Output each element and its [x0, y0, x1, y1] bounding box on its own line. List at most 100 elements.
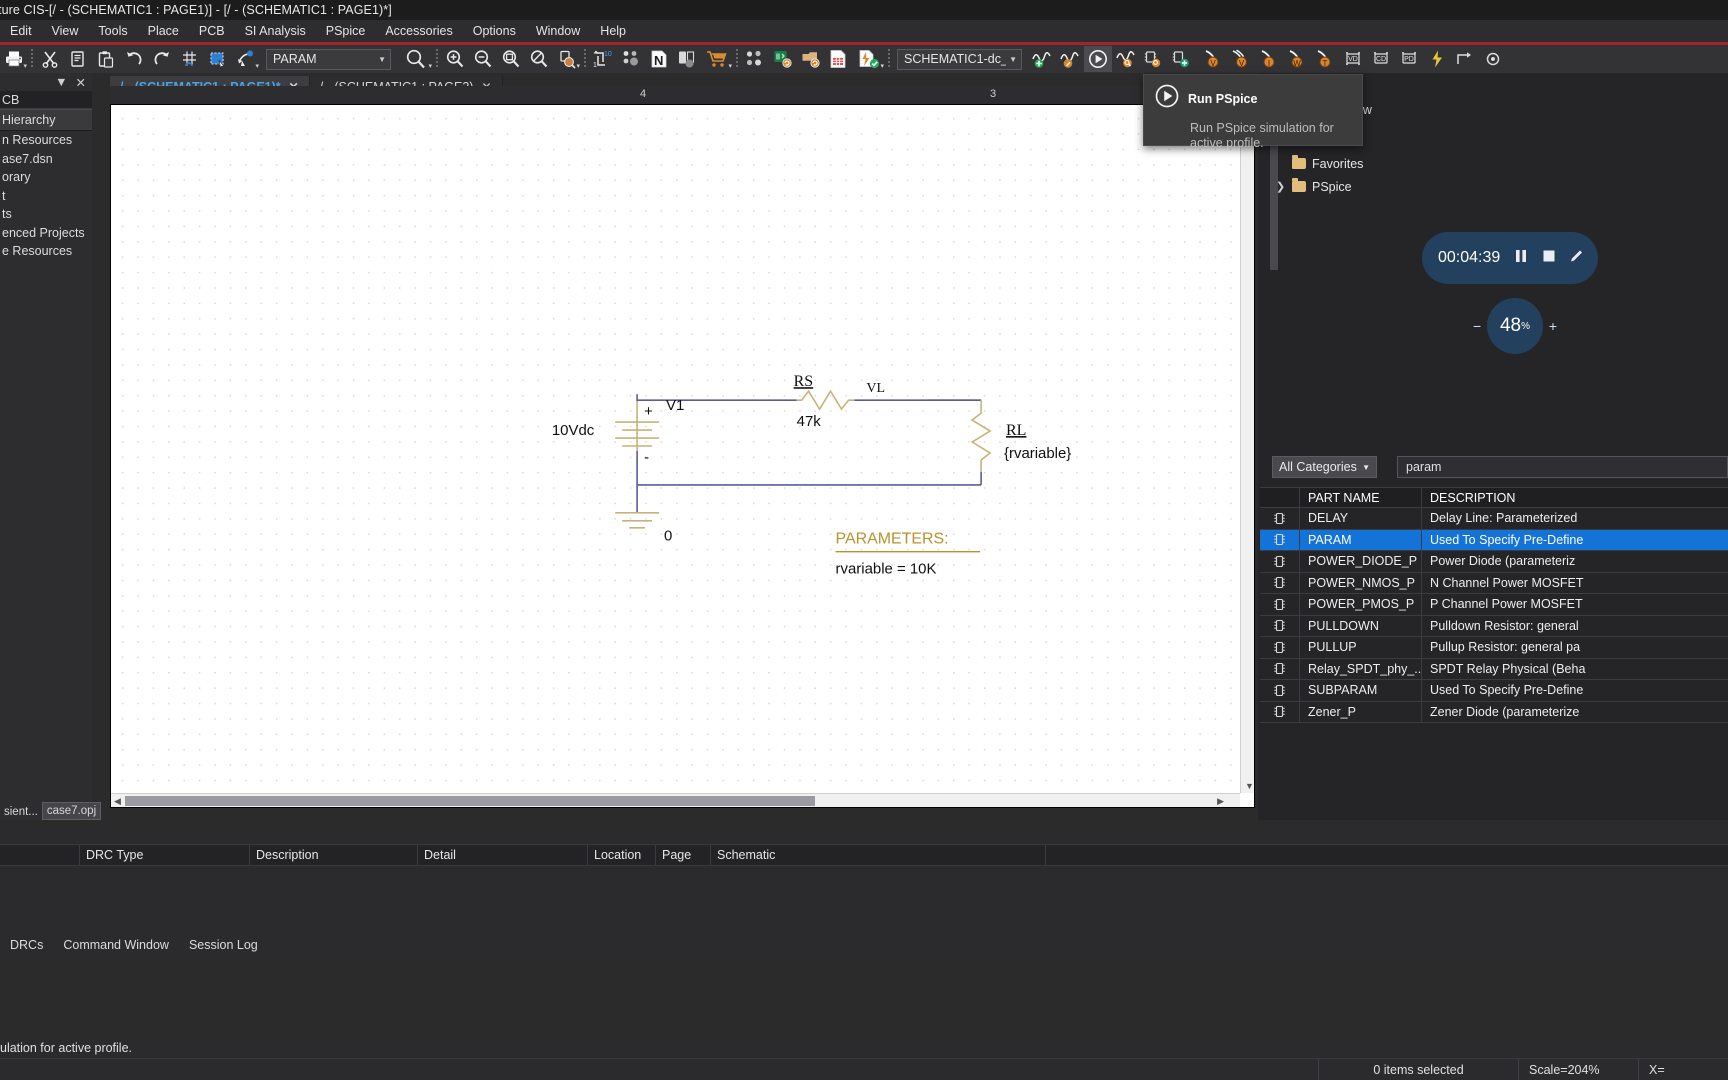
table-row[interactable]: SUBPARAM Used To Specify Pre-Define: [1260, 680, 1728, 702]
run-pspice-button[interactable]: [1084, 46, 1112, 72]
copy-icon[interactable]: [64, 46, 92, 72]
advanced-marker-icon[interactable]: [1451, 46, 1479, 72]
redo-icon[interactable]: [148, 46, 176, 72]
menu-item-tools[interactable]: Tools: [88, 22, 137, 40]
pencil-icon[interactable]: [1568, 247, 1586, 270]
table-row[interactable]: DELAY Delay Line: Parameterized: [1260, 508, 1728, 530]
zoom-minus-button[interactable]: −: [1473, 318, 1481, 334]
canvas-vertical-scrollbar[interactable]: ▲ ▼: [1240, 105, 1254, 793]
bottom-tab-command-window[interactable]: Command Window: [53, 936, 179, 954]
close-icon[interactable]: ✕: [76, 75, 86, 90]
project-tree-item[interactable]: ts: [0, 205, 92, 224]
table-row[interactable]: POWER_NMOS_P N Channel Power MOSFET: [1260, 572, 1728, 594]
search-part-icon[interactable]: ▾: [553, 46, 581, 72]
project-tab-1[interactable]: case7.opj: [41, 802, 102, 820]
zoom-to-fit-icon[interactable]: [525, 46, 553, 72]
canvas-horizontal-scrollbar[interactable]: ◀ ▶: [111, 793, 1240, 807]
scroll-down-icon[interactable]: ▼: [1245, 781, 1254, 791]
voltage-marker-icon[interactable]: V: [1199, 46, 1227, 72]
cart-icon[interactable]: ▾: [701, 46, 733, 72]
drc-column-schematic[interactable]: Schematic: [711, 845, 1046, 865]
snap-to-grid-icon[interactable]: [176, 46, 204, 72]
zoom-in-icon[interactable]: [441, 46, 469, 72]
menu-item-place[interactable]: Place: [138, 22, 189, 40]
drc-column-detail[interactable]: Detail: [418, 845, 588, 865]
schematic-canvas[interactable]: 0 10Vdc + - V1 RS 47k VL RL {rvariable}: [110, 104, 1255, 808]
drc-column-location[interactable]: Location: [588, 845, 656, 865]
project-tree-item[interactable]: enced Projects: [0, 224, 92, 243]
add-pspice-model-icon[interactable]: [1168, 46, 1196, 72]
undo-icon[interactable]: [120, 46, 148, 72]
stop-icon[interactable]: [1540, 247, 1558, 270]
zoom-to-region-icon[interactable]: [497, 46, 525, 72]
menu-item-view[interactable]: View: [42, 22, 89, 40]
menu-item-edit[interactable]: Edit: [0, 22, 42, 40]
current-marker-icon[interactable]: I: [1255, 46, 1283, 72]
find-icon[interactable]: ▾: [399, 46, 433, 72]
drag-icon[interactable]: ▾: [232, 46, 260, 72]
cut-icon[interactable]: [36, 46, 64, 72]
bom-icon[interactable]: [741, 46, 769, 72]
library-tree-node[interactable]: Favorites: [1268, 152, 1568, 175]
project-tab-0[interactable]: sient...: [0, 804, 42, 820]
table-row[interactable]: POWER_PMOS_P P Channel Power MOSFET: [1260, 594, 1728, 616]
print-icon[interactable]: ▾: [0, 46, 28, 72]
current-db-marker-icon[interactable]: CD: [1367, 46, 1395, 72]
menu-item-help[interactable]: Help: [590, 22, 636, 40]
new-sim-profile-icon[interactable]: [1028, 46, 1056, 72]
chevron-right-icon[interactable]: ❯: [1276, 180, 1286, 193]
schematic-drawing-area[interactable]: 0 10Vdc + - V1 RS 47k VL RL {rvariable}: [111, 105, 1240, 793]
drc-column-description[interactable]: Description: [250, 845, 418, 865]
voltage-differential-marker-icon[interactable]: V: [1227, 46, 1255, 72]
area-select-icon[interactable]: [204, 46, 232, 72]
table-row[interactable]: PARAM Used To Specify Pre-Define: [1260, 529, 1728, 551]
import-icon[interactable]: [797, 46, 825, 72]
menu-item-pspice[interactable]: PSpice: [316, 22, 376, 40]
export-icon[interactable]: [769, 46, 797, 72]
spreadsheet-icon[interactable]: [825, 46, 853, 72]
menu-item-si-analysis[interactable]: SI Analysis: [235, 22, 316, 40]
simulation-profile-combo[interactable]: SCHEMATIC1-dc_sweep ▼: [897, 48, 1022, 70]
scroll-left-icon[interactable]: ◀: [114, 796, 121, 807]
part-name-combo[interactable]: PARAM ▼: [266, 48, 391, 70]
table-row[interactable]: PULLDOWN Pulldown Resistor: general: [1260, 615, 1728, 637]
menu-item-pcb[interactable]: PCB: [189, 22, 235, 40]
bottom-tab-session-log[interactable]: Session Log: [179, 936, 268, 954]
phase-marker-icon[interactable]: PD: [1395, 46, 1423, 72]
bottom-tab-drcs[interactable]: DRCs: [0, 936, 53, 954]
design-rules-icon[interactable]: [673, 46, 701, 72]
scroll-right-icon[interactable]: ▶: [1217, 796, 1224, 807]
project-tree-item[interactable]: n Resources: [0, 131, 92, 150]
project-tree-item[interactable]: orary: [0, 168, 92, 187]
drc-column-drc-type[interactable]: DRC Type: [80, 845, 250, 865]
power-dissipation-marker-icon[interactable]: [1423, 46, 1451, 72]
tree-item-hierarchy[interactable]: Hierarchy: [0, 109, 92, 131]
zoom-out-icon[interactable]: [469, 46, 497, 72]
paste-icon[interactable]: [92, 46, 120, 72]
table-row[interactable]: PULLUP Pullup Resistor: general pa: [1260, 637, 1728, 659]
view-simulation-results-icon[interactable]: [1112, 46, 1140, 72]
drc-column-page[interactable]: Page: [656, 845, 711, 865]
edit-sim-profile-icon[interactable]: [1056, 46, 1084, 72]
settings-marker-icon[interactable]: [1479, 46, 1507, 72]
view-output-file-icon[interactable]: [1140, 46, 1168, 72]
project-tree-item[interactable]: ase7.dsn: [0, 150, 92, 169]
project-tree-item[interactable]: e Resources: [0, 242, 92, 261]
category-select[interactable]: All Categories ▼: [1272, 456, 1377, 478]
menu-item-options[interactable]: Options: [463, 22, 526, 40]
part-search-input[interactable]: param: [1397, 456, 1728, 478]
zoom-level-widget[interactable]: 48 % − +: [1473, 298, 1557, 354]
menu-item-accessories[interactable]: Accessories: [375, 22, 462, 40]
table-row[interactable]: Zener_P Zener Diode (parameterize: [1260, 701, 1728, 723]
panel-tab-cb[interactable]: CB: [0, 91, 92, 109]
library-tree-node[interactable]: ❯ PSpice: [1268, 175, 1568, 198]
project-tree-item[interactable]: t: [0, 187, 92, 206]
backannotate-icon[interactable]: [617, 46, 645, 72]
annotate-icon[interactable]: 10 1: [589, 46, 617, 72]
voltage-db-marker-icon[interactable]: VD: [1339, 46, 1367, 72]
table-row[interactable]: POWER_DIODE_P Power Diode (parameteriz: [1260, 551, 1728, 573]
pause-icon[interactable]: [1512, 247, 1530, 270]
horizontal-scroll-thumb[interactable]: [125, 796, 815, 806]
temperature-marker-icon[interactable]: T: [1311, 46, 1339, 72]
netlist-icon[interactable]: N: [645, 46, 673, 72]
